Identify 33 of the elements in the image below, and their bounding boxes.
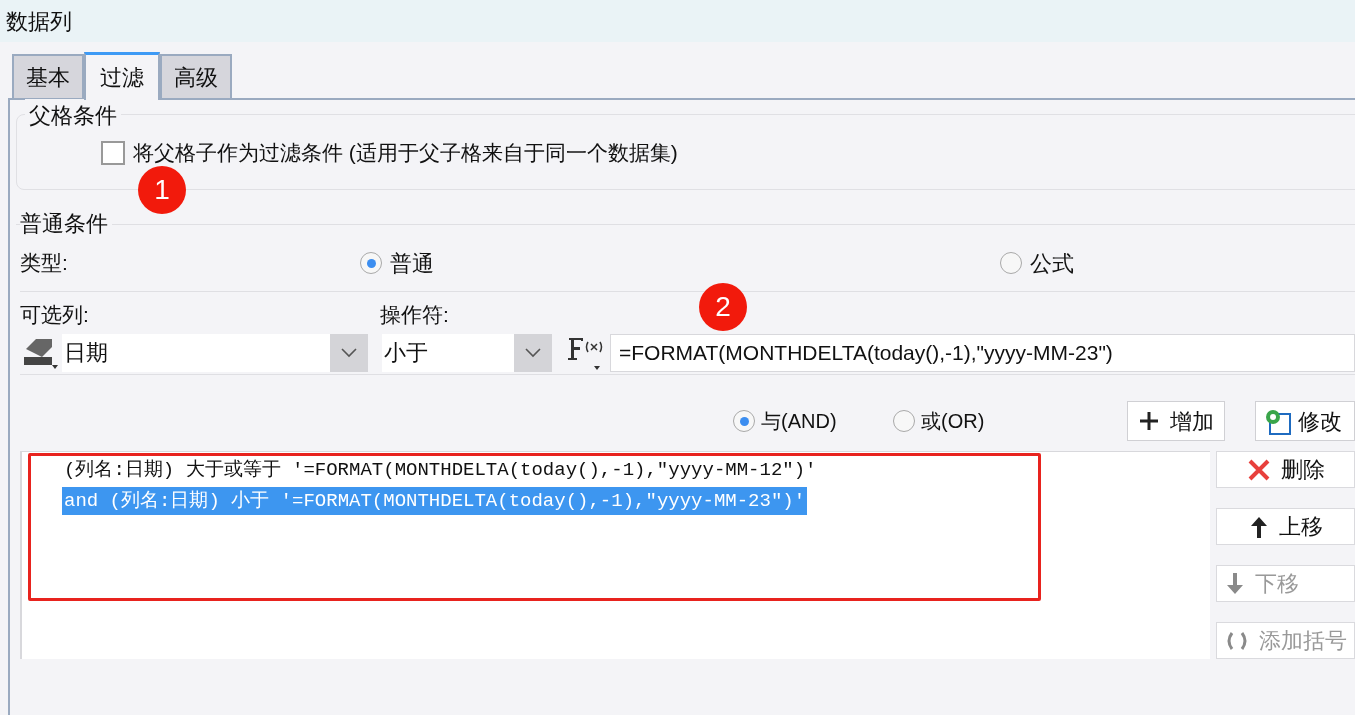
modify-button[interactable]: 修改: [1255, 401, 1355, 441]
radio-button[interactable]: [893, 410, 915, 432]
add-button[interactable]: 增加: [1127, 401, 1225, 441]
step-badge: 2: [699, 283, 747, 331]
up-button[interactable]: 上移: [1216, 508, 1355, 545]
radio-label: 或(OR): [921, 409, 985, 434]
type-label: 类型:: [20, 250, 69, 277]
radio-label: 公式: [1030, 249, 1074, 278]
delete-button[interactable]: 删除: [1216, 451, 1355, 488]
window-title: 数据列: [6, 7, 72, 36]
column-dropdown[interactable]: 日期: [62, 333, 368, 372]
tab[interactable]: 过滤: [84, 52, 160, 100]
column-label: 可选列:: [20, 301, 90, 328]
condition-row[interactable]: (列名:日期) 大于或等于 '=FORMAT(MONTHDELTA(today(),-1),"yyyy-MM-12")': [62, 456, 819, 485]
plus-icon: [1138, 410, 1160, 432]
tab[interactable]: 高级: [160, 54, 232, 98]
close-icon: [1246, 457, 1271, 482]
radio-label: 普通: [390, 249, 434, 278]
radio-button[interactable]: [733, 410, 755, 432]
chevron-down-icon: [525, 347, 541, 358]
arrow-down-icon: [1225, 571, 1245, 596]
parentheses-icon: [1225, 630, 1249, 651]
operator-label: 操作符:: [380, 301, 449, 328]
checkbox-label: 将父格子作为过滤条件 (适用于父子格来自于同一个数据集): [133, 140, 678, 166]
radio-button[interactable]: [1000, 252, 1022, 274]
step-badge: 1: [138, 166, 186, 214]
formula-input[interactable]: =FORMAT(MONTHDELTA(today(),-1),"yyyy-MM-23"): [610, 333, 1355, 372]
chevron-down-icon: [341, 347, 357, 358]
operator-dropdown[interactable]: 小于: [382, 333, 552, 372]
tab[interactable]: 基本: [12, 54, 84, 98]
radio-label: 与(AND): [761, 409, 837, 434]
radio-button[interactable]: [360, 252, 382, 274]
checkbox[interactable]: [101, 140, 125, 165]
